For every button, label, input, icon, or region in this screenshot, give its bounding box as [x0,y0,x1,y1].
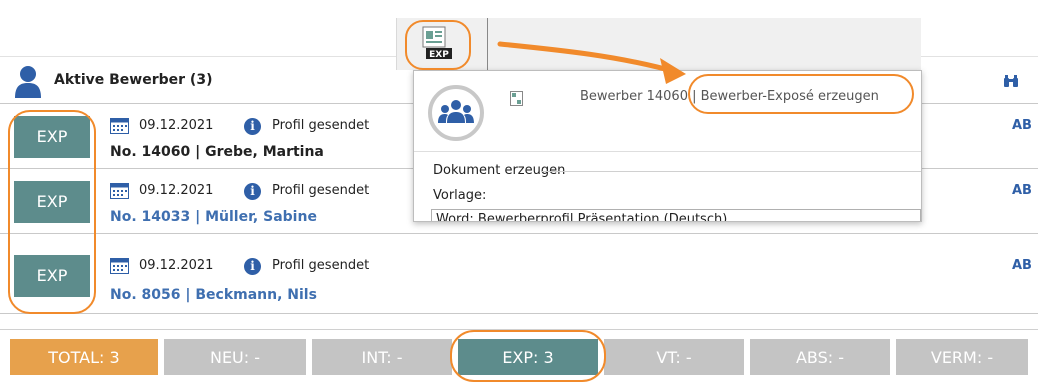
dialog-divider [414,151,921,152]
binoculars-icon[interactable] [1003,74,1019,92]
info-icon: i [244,118,261,135]
calendar-icon [110,183,129,199]
calendar-icon [110,258,129,274]
group-icon-circle [428,85,484,141]
candidate-link[interactable]: No. 14033 | Müller, Sabine [110,209,317,225]
status-label: Profil gesendet [272,118,370,133]
candidate-link[interactable]: No. 14060 | Grebe, Martina [110,144,324,160]
popup-toolbar: EXP [396,18,921,70]
highlight-exp-tab [450,330,606,382]
info-icon: i [244,258,261,275]
tab-new[interactable]: NEU: - [164,339,306,375]
info-icon: i [244,183,261,200]
group-icon [438,100,474,123]
tab-verm[interactable]: VERM: - [896,339,1028,375]
toolbar-separator [487,18,488,70]
template-label: Vorlage: [433,188,487,203]
ab-tag[interactable]: AB [1012,258,1032,273]
highlight-exp-column [8,110,96,314]
template-select[interactable]: Word: Bewerberprofil Präsentation (Deuts… [431,209,921,221]
calendar-icon [110,118,129,134]
tab-vt[interactable]: VT: - [604,339,744,375]
date-label: 09.12.2021 [139,118,214,133]
date-label: 09.12.2021 [139,183,214,198]
section-line [542,171,921,172]
highlight-dialog-title [688,74,914,114]
small-document-icon [510,91,523,106]
status-label: Profil gesendet [272,258,370,273]
active-applicants-title: Aktive Bewerber (3) [54,72,213,88]
status-label: Profil gesendet [272,183,370,198]
tab-total[interactable]: TOTAL: 3 [10,339,158,375]
tab-abs[interactable]: ABS: - [750,339,890,375]
ab-tag[interactable]: AB [1012,118,1032,133]
highlight-exp-toolbar [405,20,471,70]
tab-interview[interactable]: INT: - [312,339,452,375]
ab-tag[interactable]: AB [1012,183,1032,198]
applicant-row[interactable]: EXP 09.12.2021 i Profil gesendet No. 805… [0,249,1038,314]
date-label: 09.12.2021 [139,258,214,273]
person-icon [15,66,41,98]
candidate-link[interactable]: No. 8056 | Beckmann, Nils [110,287,317,303]
